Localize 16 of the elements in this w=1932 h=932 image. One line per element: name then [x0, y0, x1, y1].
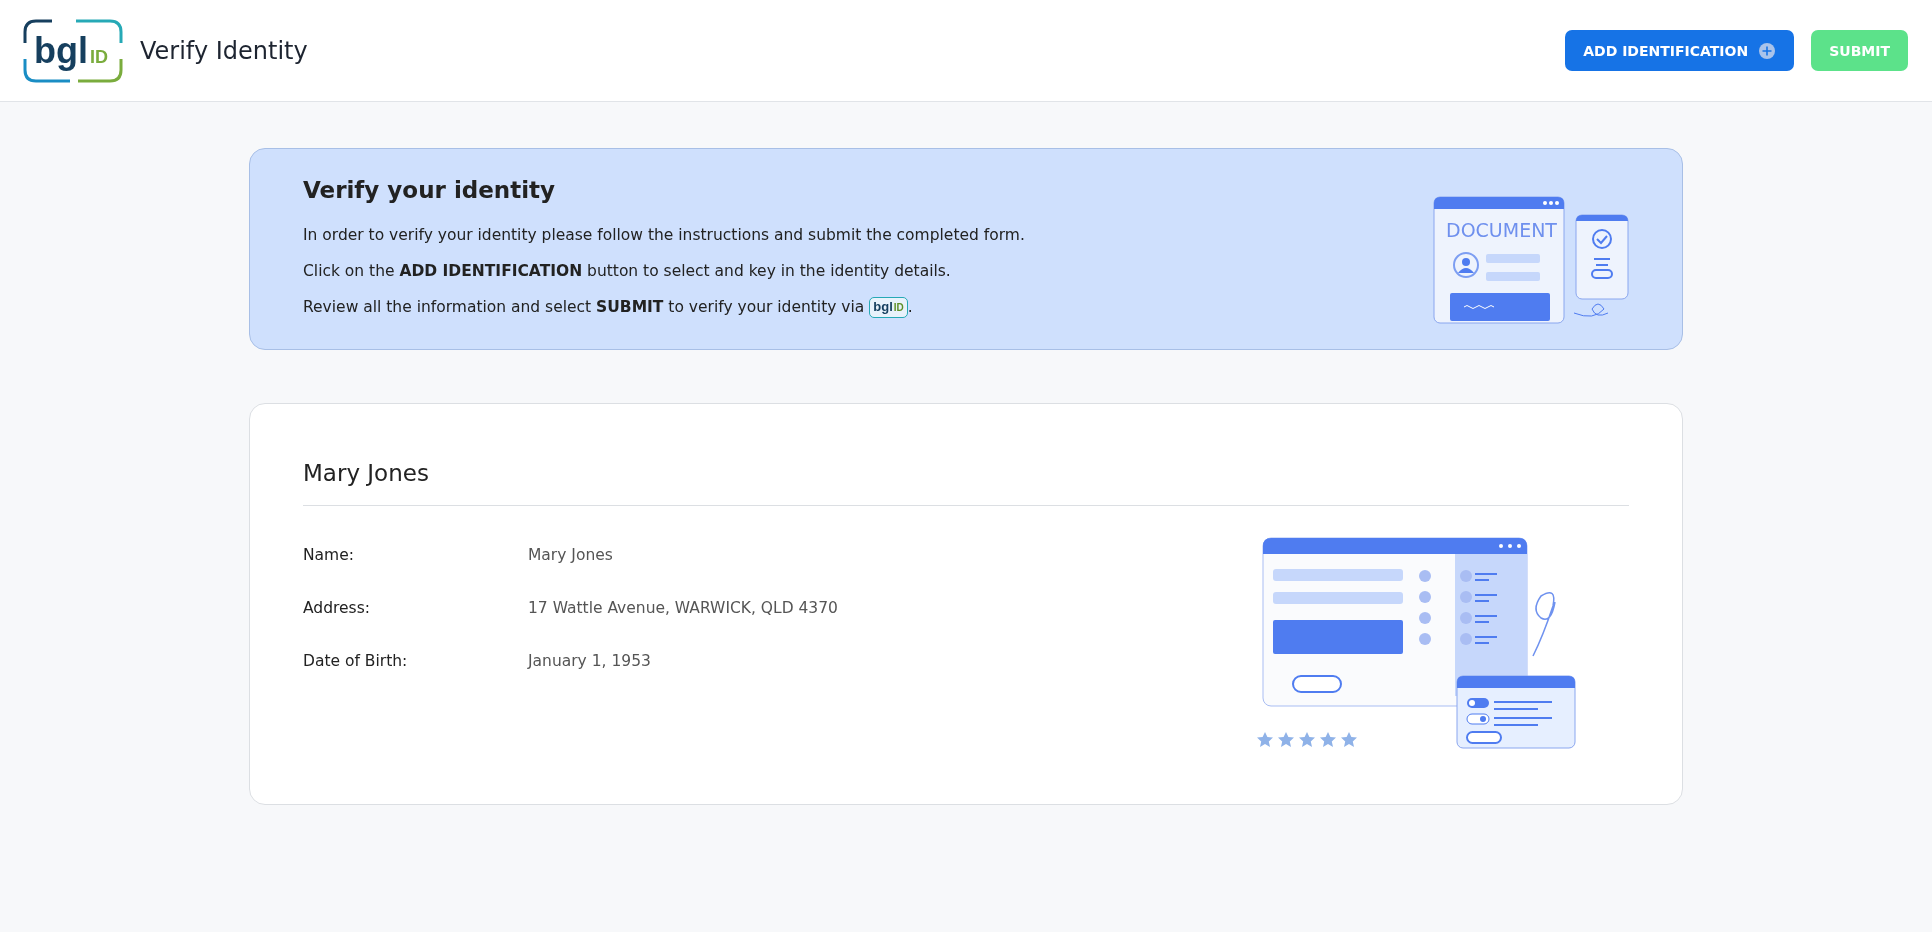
field-value: Mary Jones — [528, 545, 613, 564]
field-value: 17 Wattle Avenue, WARWICK, QLD 4370 — [528, 598, 838, 617]
card-heading: Mary Jones — [303, 460, 1629, 506]
logo: bgl ID — [22, 18, 124, 83]
page-title: Verify Identity — [140, 36, 308, 65]
add-identification-button[interactable]: ADD IDENTIFICATION — [1565, 30, 1795, 71]
field-label: Date of Birth: — [303, 651, 409, 670]
field-value: January 1, 1953 — [528, 651, 651, 670]
logo: bglID — [869, 297, 908, 318]
instruction-text: Review all the information and select SUBMIT to verify your identity via bglID . — [303, 296, 914, 319]
instruction-text: Click on the ADD IDENTIFICATION button to select and key in the identity details. — [303, 261, 952, 282]
field-label: Address: — [303, 598, 371, 617]
banner-heading: Verify your identity — [303, 177, 557, 203]
plus-icon — [1758, 41, 1777, 60]
field-label: Name: — [303, 545, 355, 564]
instruction-text: In order to verify your identity please follow the instructions and submit the completed form. — [303, 225, 1026, 246]
